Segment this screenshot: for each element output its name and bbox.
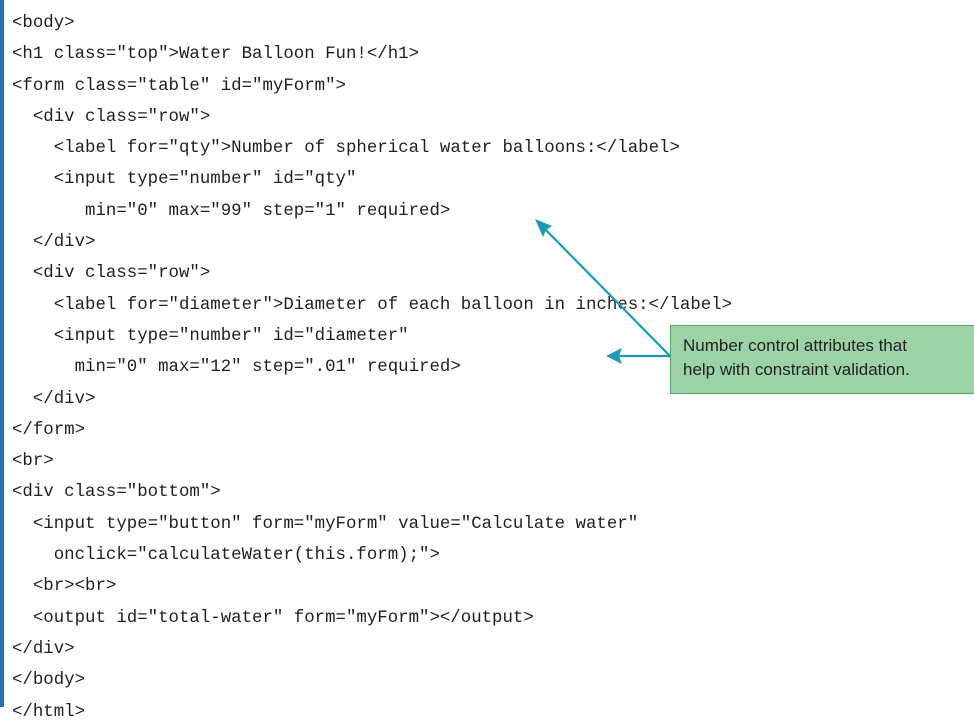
code-line: </form> (12, 420, 86, 440)
code-line: </body> (12, 671, 86, 691)
code-line: </html> (12, 702, 86, 722)
code-line: <body> (12, 14, 75, 33)
code-line: <br> (12, 452, 54, 472)
code-line: <div class="row"> (12, 264, 211, 284)
code-line: <h1 class="top">Water Balloon Fun!</h1> (12, 45, 420, 65)
code-line: min="0" max="99" step="1" required> (12, 201, 451, 221)
code-line: <div class="bottom"> (12, 483, 221, 503)
callout-box: Number control attributes that help with… (670, 325, 974, 394)
code-line: <output id="total-water" form="myForm"><… (12, 608, 534, 628)
code-line: <div class="row"> (12, 107, 211, 127)
code-line: <input type="number" id="qty" (12, 170, 357, 190)
code-line: <form class="table" id="myForm"> (12, 76, 346, 96)
code-line: </div> (12, 233, 96, 253)
code-line: <label for="diameter">Diameter of each b… (12, 295, 733, 315)
code-line: <br><br> (12, 577, 117, 597)
code-line: <label for="qty">Number of spherical wat… (12, 139, 680, 159)
code-line: <input type="button" form="myForm" value… (12, 514, 639, 534)
code-line: onclick="calculateWater(this.form);"> (12, 546, 440, 566)
code-line: </div> (12, 639, 75, 659)
callout-text-line: Number control attributes that (683, 336, 907, 355)
left-margin-rule (0, 0, 4, 707)
callout-text-line: help with constraint validation. (683, 360, 910, 379)
